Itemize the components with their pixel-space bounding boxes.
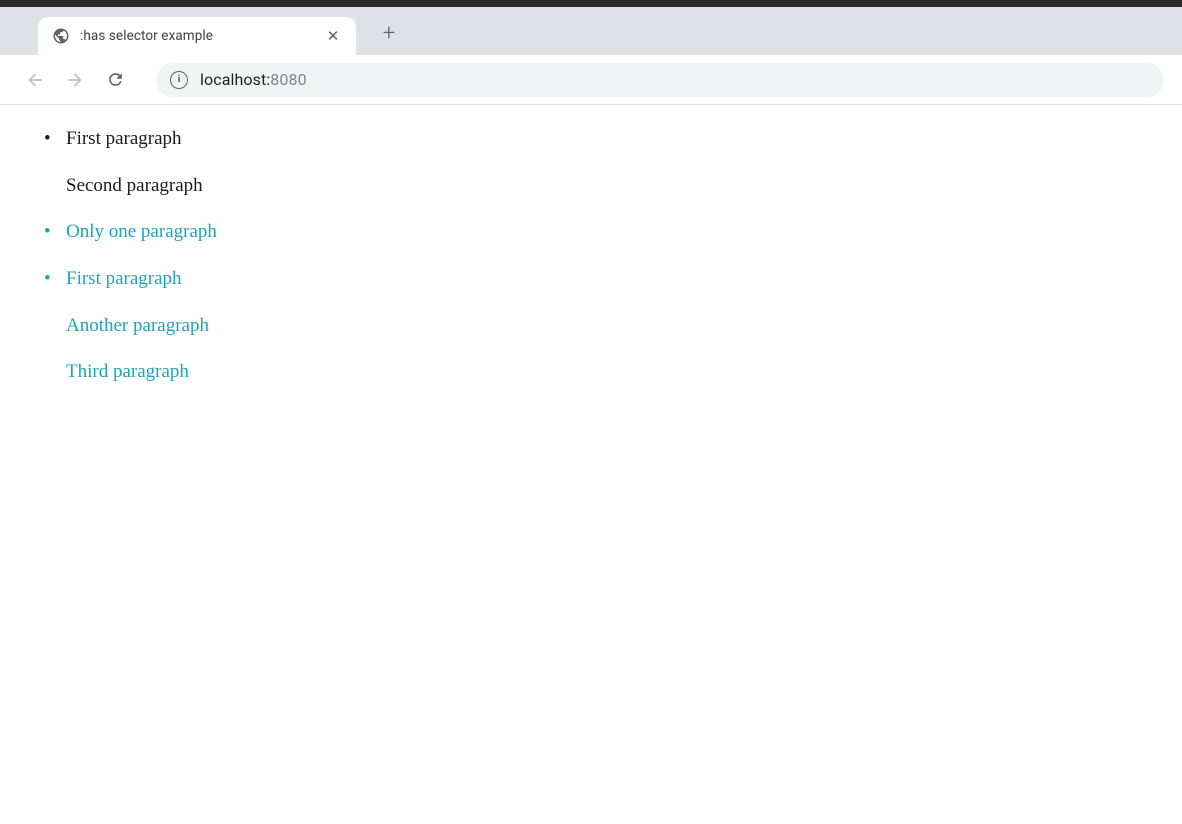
arrow-left-icon <box>25 70 45 90</box>
url-port: 8080 <box>270 70 306 89</box>
browser-tab[interactable]: :has selector example ✕ <box>38 17 356 55</box>
list-item: First paragraph Second paragraph <box>40 127 1142 198</box>
window-top-strip <box>0 0 1182 7</box>
close-icon[interactable]: ✕ <box>324 27 342 45</box>
browser-window: :has selector example ✕ + i localhost:80… <box>0 0 1182 824</box>
url-text: localhost:8080 <box>200 70 307 89</box>
arrow-right-icon <box>65 70 85 90</box>
paragraph-text: Third paragraph <box>66 360 1142 385</box>
address-bar[interactable]: i localhost:8080 <box>156 63 1164 97</box>
paragraph-text: Only one paragraph <box>66 220 1142 245</box>
list-item: First paragraph Another paragraph Third pa… <box>40 267 1142 385</box>
tab-title: :has selector example <box>80 28 314 44</box>
content-list: First paragraph Second paragraph Only one … <box>40 127 1142 385</box>
browser-toolbar: i localhost:8080 <box>0 55 1182 105</box>
back-button[interactable] <box>18 63 52 97</box>
forward-button[interactable] <box>58 63 92 97</box>
tab-strip: :has selector example ✕ + <box>0 7 1182 55</box>
list-item: Only one paragraph <box>40 220 1142 245</box>
paragraph-text: Another paragraph <box>66 314 1142 339</box>
reload-button[interactable] <box>98 63 132 97</box>
paragraph-text: First paragraph <box>66 127 1142 152</box>
globe-icon <box>52 27 70 45</box>
info-icon[interactable]: i <box>170 71 188 89</box>
new-tab-button[interactable]: + <box>374 19 404 49</box>
paragraph-text: First paragraph <box>66 267 1142 292</box>
reload-icon <box>106 70 125 89</box>
paragraph-text: Second paragraph <box>66 174 1142 199</box>
url-host: localhost: <box>200 70 270 89</box>
page-viewport: First paragraph Second paragraph Only one … <box>0 105 1182 824</box>
